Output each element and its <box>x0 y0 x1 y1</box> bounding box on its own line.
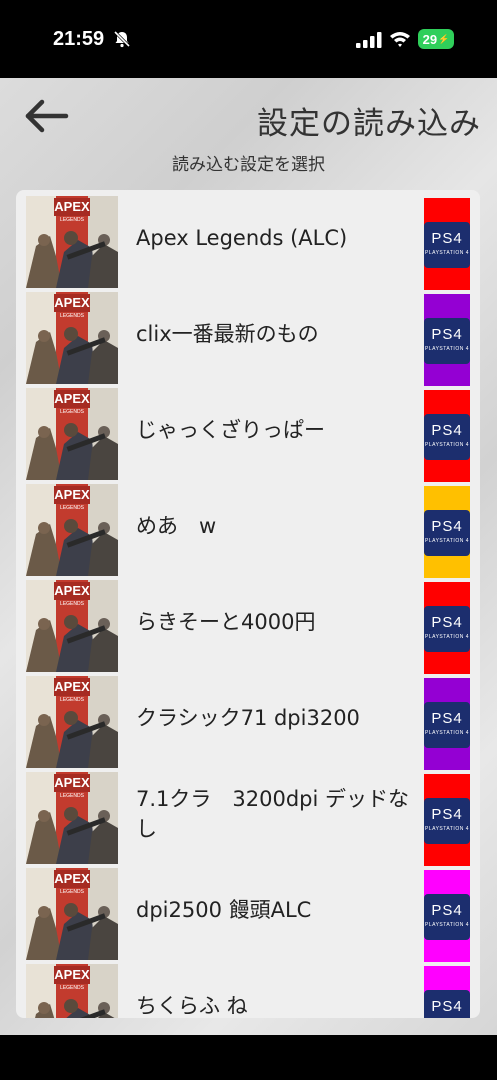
item-label: めあ w <box>136 514 217 538</box>
list-item[interactable]: APEX LEGENDS dpi2500 饅頭ALC PS4 PLAYSTATI… <box>16 862 480 962</box>
thumb-logo-bottom: LEGENDS <box>60 505 85 511</box>
battery-level: 29 <box>422 31 438 47</box>
bell-muted-icon <box>113 30 131 48</box>
ps4-badge: PS4 PLAYSTATION 4 <box>424 798 470 844</box>
apex-legends-thumbnail: APEX LEGENDS <box>26 292 118 384</box>
list-item[interactable]: APEX LEGENDS clix一番最新のもの PS4 PLAYSTATION… <box>16 286 480 386</box>
list-item[interactable]: APEX LEGENDS クラシック71 dpi3200 PS4 PLAYSTA… <box>16 670 480 770</box>
page-subtitle: 読み込む設定を選択 <box>172 155 325 175</box>
apex-legends-thumbnail: APEX LEGENDS <box>26 772 118 864</box>
thumb-logo-bottom: LEGENDS <box>60 409 85 415</box>
thumb-logo-bottom: LEGENDS <box>60 889 85 895</box>
ps4-badge: PS4 PLAYSTATION 4 <box>424 318 470 364</box>
ps4-label: PS4 <box>431 518 463 535</box>
ps4-badge: PS4 PLAYSTATION 4 <box>424 990 470 1018</box>
ps4-label: PS4 <box>431 710 463 727</box>
thumb-logo-top: APEX <box>54 967 90 982</box>
item-label: 7.1クラ 3200dpi デッドなし <box>136 787 410 841</box>
thumb-logo-top: APEX <box>54 295 90 310</box>
list-item[interactable]: APEX LEGENDS じゃっくざりっぱー PS4 PLAYSTATION 4 <box>16 382 480 482</box>
thumb-logo-top: APEX <box>54 391 90 406</box>
thumb-logo-bottom: LEGENDS <box>60 985 85 991</box>
ps4-sub-label: PLAYSTATION 4 <box>424 730 469 736</box>
list-item[interactable]: APEX LEGENDS らきそーと4000円 PS4 PLAYSTATION … <box>16 574 480 674</box>
item-label: らきそーと4000円 <box>136 610 316 634</box>
apex-legends-thumbnail: APEX LEGENDS <box>26 580 118 672</box>
thumb-logo-top: APEX <box>54 679 90 694</box>
ps4-label: PS4 <box>431 326 463 343</box>
wifi-icon <box>390 32 410 47</box>
item-label: じゃっくざりっぱー <box>136 418 325 442</box>
list-item[interactable]: APEX LEGENDS 7.1クラ 3200dpi デッドなし PS4 PLA… <box>16 766 480 866</box>
thumb-logo-top: APEX <box>54 871 90 886</box>
ps4-badge: PS4 PLAYSTATION 4 <box>424 510 470 556</box>
thumb-logo-bottom: LEGENDS <box>60 793 85 799</box>
ps4-sub-label: PLAYSTATION 4 <box>424 538 469 544</box>
ps4-sub-label: PLAYSTATION 4 <box>424 922 469 928</box>
item-label: Apex Legends (ALC) <box>136 226 348 250</box>
item-label: clix一番最新のもの <box>136 322 319 346</box>
thumb-logo-top: APEX <box>54 583 90 598</box>
ps4-label: PS4 <box>431 230 463 247</box>
charging-bolt-icon: ⚡ <box>438 33 450 44</box>
back-button[interactable] <box>22 96 70 136</box>
thumb-logo-top: APEX <box>54 775 90 790</box>
apex-legends-thumbnail: APEX LEGENDS <box>26 964 118 1018</box>
cellular-signal-icon <box>356 32 382 48</box>
item-label: dpi2500 饅頭ALC <box>136 898 312 922</box>
item-label: ちくらふ ね <box>136 994 248 1018</box>
arrow-left-icon <box>25 99 69 133</box>
ps4-badge: PS4 PLAYSTATION 4 <box>424 894 470 940</box>
ps4-sub-label: PLAYSTATION 4 <box>424 442 469 448</box>
thumb-logo-bottom: LEGENDS <box>60 697 85 703</box>
apex-legends-thumbnail: APEX LEGENDS <box>26 868 118 960</box>
ps4-sub-label: PLAYSTATION 4 <box>424 634 469 640</box>
ps4-badge: PS4 PLAYSTATION 4 <box>424 222 470 268</box>
battery-indicator: 29 ⚡ <box>418 29 454 49</box>
list-item[interactable]: APEX LEGENDS Apex Legends (ALC) PS4 PLAY… <box>16 190 480 290</box>
ps4-label: PS4 <box>431 614 463 631</box>
thumb-logo-top: APEX <box>54 199 90 214</box>
settings-list[interactable]: APEX LEGENDS Apex Legends (ALC) PS4 PLAY… <box>16 190 480 1018</box>
ps4-badge: PS4 PLAYSTATION 4 <box>424 702 470 748</box>
apex-legends-thumbnail: APEX LEGENDS <box>26 484 118 576</box>
status-time: 21:59 <box>53 28 105 50</box>
apex-legends-thumbnail: APEX LEGENDS <box>26 676 118 768</box>
thumb-logo-top: APEX <box>54 487 90 502</box>
apex-legends-thumbnail: APEX LEGENDS <box>26 196 118 288</box>
ps4-sub-label: PLAYSTATION 4 <box>424 250 469 256</box>
screen: 設定の読み込み 読み込む設定を選択 APEX LEGENDS Apex Lege… <box>0 78 497 1035</box>
thumb-logo-bottom: LEGENDS <box>60 313 85 319</box>
ps4-sub-label: PLAYSTATION 4 <box>424 826 469 832</box>
bottom-bar <box>0 1035 497 1080</box>
ps4-label: PS4 <box>431 998 463 1015</box>
ps4-badge: PS4 PLAYSTATION 4 <box>424 606 470 652</box>
list-item[interactable]: APEX LEGENDS ちくらふ ね PS4 PLAYSTATION 4 <box>16 958 480 1018</box>
thumb-logo-bottom: LEGENDS <box>60 217 85 223</box>
apex-legends-thumbnail: APEX LEGENDS <box>26 388 118 480</box>
list-item[interactable]: APEX LEGENDS めあ w PS4 PLAYSTATION 4 <box>16 478 480 578</box>
thumb-logo-bottom: LEGENDS <box>60 601 85 607</box>
ps4-sub-label: PLAYSTATION 4 <box>424 346 469 352</box>
ps4-label: PS4 <box>431 902 463 919</box>
ps4-label: PS4 <box>431 422 463 439</box>
page-title: 設定の読み込み <box>257 106 481 142</box>
ps4-badge: PS4 PLAYSTATION 4 <box>424 414 470 460</box>
status-bar: 21:59 29 ⚡ <box>0 0 497 78</box>
ps4-label: PS4 <box>431 806 463 823</box>
item-label: クラシック71 dpi3200 <box>136 706 360 730</box>
